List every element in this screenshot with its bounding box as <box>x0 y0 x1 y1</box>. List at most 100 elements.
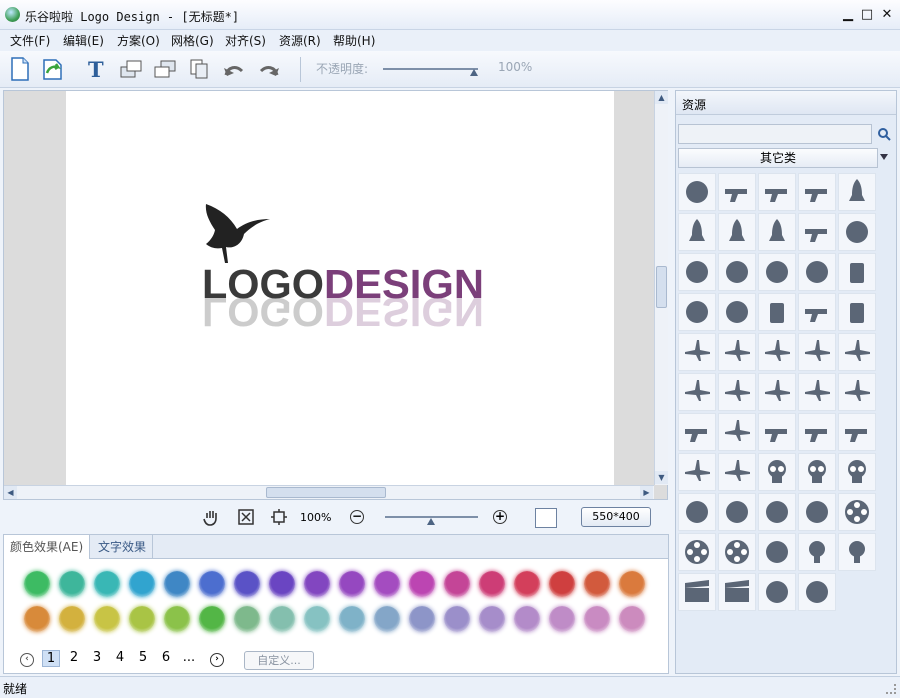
bottle-icon[interactable] <box>838 293 876 331</box>
canvas-area[interactable]: LOGO DESIGN LOGO DESIGN ▲ ▼ ◀ ▶ <box>3 90 668 500</box>
color-swatch[interactable] <box>584 606 610 632</box>
color-swatch[interactable] <box>269 571 295 597</box>
menu-grid[interactable]: 网格(G) <box>171 32 214 49</box>
satellite-dish-icon[interactable] <box>758 493 796 531</box>
page-6[interactable]: 6 <box>157 650 175 665</box>
vertical-scroll-thumb[interactable] <box>656 266 667 308</box>
color-swatch[interactable] <box>24 606 50 632</box>
color-swatch[interactable] <box>94 606 120 632</box>
clapper-icon[interactable] <box>678 573 716 611</box>
color-swatch[interactable] <box>269 606 295 632</box>
scroll-left-arrow-icon[interactable]: ◀ <box>4 486 17 499</box>
ship-icon[interactable] <box>678 413 716 451</box>
airliner-icon[interactable] <box>838 373 876 411</box>
menu-resource[interactable]: 资源(R) <box>279 32 321 49</box>
clapper-2-icon[interactable] <box>718 573 756 611</box>
resize-grip-icon[interactable] <box>886 684 896 694</box>
open-document-icon[interactable] <box>40 56 66 82</box>
custom-button[interactable]: 自定义... <box>244 651 314 670</box>
twin-prop-icon[interactable] <box>798 373 836 411</box>
spray-icon[interactable] <box>838 253 876 291</box>
screen-icon[interactable] <box>798 573 836 611</box>
biplane-2-icon[interactable] <box>678 373 716 411</box>
skull-icon[interactable] <box>758 453 796 491</box>
airship-icon[interactable] <box>718 413 756 451</box>
color-swatch[interactable] <box>199 571 225 597</box>
hand-tool-icon[interactable] <box>203 508 221 529</box>
color-swatch[interactable] <box>444 571 470 597</box>
plane-icon[interactable] <box>838 333 876 371</box>
grenade-icon[interactable] <box>758 253 796 291</box>
color-swatch[interactable] <box>94 571 120 597</box>
redo-icon[interactable] <box>256 56 282 82</box>
explosion-icon[interactable] <box>758 533 796 571</box>
zoom-out-icon[interactable]: − <box>350 510 364 524</box>
bullet-icon[interactable] <box>718 213 756 251</box>
handgun-icon[interactable] <box>798 173 836 211</box>
jet-icon[interactable] <box>718 333 756 371</box>
bulb-2-icon[interactable] <box>838 533 876 571</box>
color-swatch[interactable] <box>199 606 225 632</box>
new-document-icon[interactable] <box>7 56 33 82</box>
opacity-slider[interactable] <box>383 68 478 70</box>
minimize-button[interactable]: ▁ <box>840 7 856 23</box>
warplane-icon[interactable] <box>758 373 796 411</box>
color-swatch[interactable] <box>479 606 505 632</box>
radar-icon[interactable] <box>798 493 836 531</box>
bulb-icon[interactable] <box>798 533 836 571</box>
color-swatch[interactable] <box>549 571 575 597</box>
text-tool-icon[interactable]: T <box>83 56 109 82</box>
revolver-icon[interactable] <box>758 173 796 211</box>
color-swatch[interactable] <box>409 606 435 632</box>
maximize-button[interactable]: □ <box>859 7 875 23</box>
color-swatch[interactable] <box>129 606 155 632</box>
color-swatch[interactable] <box>619 571 645 597</box>
reel-2-icon[interactable] <box>718 533 756 571</box>
color-swatch[interactable] <box>514 606 540 632</box>
tripod-icon[interactable] <box>758 573 796 611</box>
launcher-icon[interactable] <box>798 213 836 251</box>
next-page-icon[interactable]: › <box>210 653 224 667</box>
biohazard-icon[interactable] <box>678 293 716 331</box>
film-reel-icon[interactable] <box>838 493 876 531</box>
page-4[interactable]: 4 <box>111 650 129 665</box>
color-swatch[interactable] <box>444 606 470 632</box>
color-swatch[interactable] <box>619 606 645 632</box>
color-swatch[interactable] <box>479 571 505 597</box>
send-backward-icon[interactable] <box>152 56 178 82</box>
fighter-3-icon[interactable] <box>718 453 756 491</box>
page-3[interactable]: 3 <box>88 650 106 665</box>
canister-icon[interactable] <box>758 293 796 331</box>
tank-spray-icon[interactable] <box>798 293 836 331</box>
color-swatch[interactable] <box>129 571 155 597</box>
biplane-icon[interactable] <box>678 333 716 371</box>
opacity-slider-thumb[interactable] <box>470 69 478 76</box>
resource-category-select[interactable]: 其它类 <box>678 148 878 168</box>
color-swatch[interactable] <box>59 571 85 597</box>
background-color-picker[interactable] <box>535 508 557 528</box>
rocket-icon[interactable] <box>838 173 876 211</box>
close-button[interactable]: ✕ <box>879 7 895 23</box>
scroll-down-arrow-icon[interactable]: ▼ <box>655 471 668 484</box>
pistol-icon[interactable] <box>718 173 756 211</box>
logo-artwork[interactable]: LOGO DESIGN LOGO DESIGN <box>66 91 614 485</box>
prev-page-icon[interactable]: ‹ <box>20 653 34 667</box>
crosshair-icon[interactable] <box>838 213 876 251</box>
stealth-jet-icon[interactable] <box>798 333 836 371</box>
color-swatch[interactable] <box>234 571 260 597</box>
color-swatch[interactable] <box>304 571 330 597</box>
color-swatch[interactable] <box>59 606 85 632</box>
color-swatch[interactable] <box>409 571 435 597</box>
color-swatch[interactable] <box>374 606 400 632</box>
color-swatch[interactable] <box>164 606 190 632</box>
design-canvas[interactable]: LOGO DESIGN LOGO DESIGN <box>66 91 614 485</box>
battleship-icon[interactable] <box>838 413 876 451</box>
page-2[interactable]: 2 <box>65 650 83 665</box>
jolly-roger-icon[interactable] <box>838 453 876 491</box>
resource-search-input[interactable] <box>678 124 872 144</box>
skull-crossbones-icon[interactable] <box>798 453 836 491</box>
bomb-icon[interactable] <box>718 253 756 291</box>
bring-forward-icon[interactable] <box>118 56 144 82</box>
color-swatch[interactable] <box>339 606 365 632</box>
fighter-2-icon[interactable] <box>678 453 716 491</box>
